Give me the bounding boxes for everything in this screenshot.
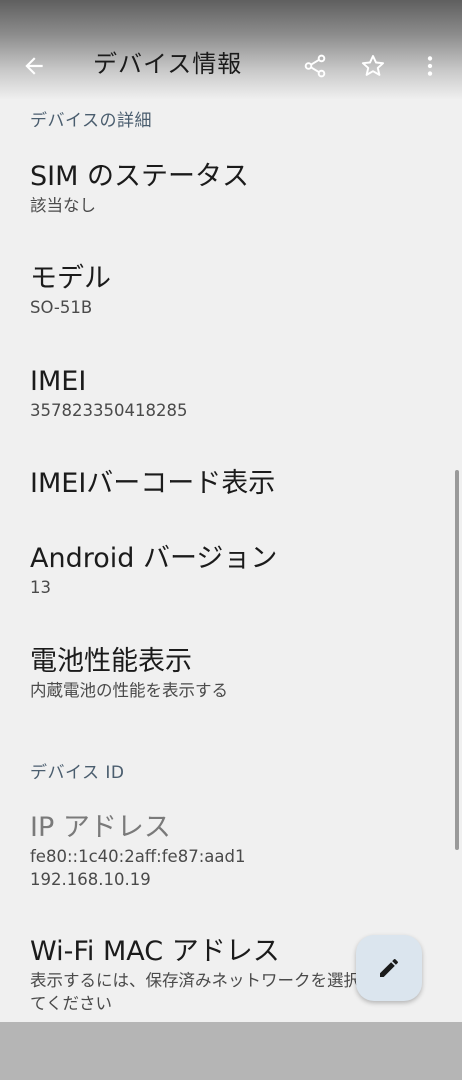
- back-button[interactable]: [14, 46, 54, 86]
- pref-title: SIM のステータス: [30, 161, 249, 192]
- navigation-bar: [0, 1022, 462, 1080]
- pref-ip-address: IP アドレス fe80::1c40:2aff:fe87:aad1 192.16…: [30, 811, 450, 891]
- pref-title: Android バージョン: [30, 543, 278, 574]
- share-icon: [304, 54, 326, 78]
- edit-fab-button[interactable]: [356, 935, 422, 1001]
- pref-battery-performance[interactable]: 電池性能表示 内蔵電池の性能を表示する: [30, 645, 450, 702]
- pref-summary-line2: 192.168.10.19: [30, 870, 151, 889]
- app-bar: デバイス情報: [0, 0, 462, 100]
- pencil-icon: [380, 959, 398, 977]
- pref-imei[interactable]: IMEI 357823350418285: [30, 365, 450, 422]
- section-header-device-id: デバイス ID: [30, 763, 125, 783]
- pref-summary: fe80::1c40:2aff:fe87:aad1: [30, 847, 246, 866]
- pref-model[interactable]: モデル SO-51B: [30, 262, 450, 319]
- pref-summary: 内蔵電池の性能を表示する: [30, 681, 228, 700]
- pref-sim-status[interactable]: SIM のステータス 該当なし: [30, 160, 450, 217]
- more-options-button[interactable]: [410, 46, 450, 86]
- favorite-button[interactable]: [353, 46, 393, 86]
- share-button[interactable]: [295, 46, 335, 86]
- scrollbar[interactable]: [455, 470, 459, 850]
- section-header-device-details: デバイスの詳細: [30, 111, 152, 131]
- pref-summary: SO-51B: [30, 298, 93, 317]
- page-title: デバイス情報: [93, 50, 243, 78]
- star-outline-icon: [361, 55, 385, 76]
- pref-title: IP アドレス: [30, 812, 171, 843]
- pref-summary: 該当なし: [30, 196, 96, 215]
- arrow-left-icon: [25, 57, 43, 75]
- pref-summary: 357823350418285: [30, 401, 188, 420]
- pref-summary: 13: [30, 578, 51, 597]
- pref-title: モデル: [30, 263, 111, 294]
- pref-title: IMEI: [30, 366, 87, 397]
- pref-title: IMEIバーコード表示: [30, 468, 276, 499]
- pref-title: 電池性能表示: [30, 646, 192, 677]
- more-vert-icon: [427, 56, 433, 76]
- pref-imei-barcode[interactable]: IMEIバーコード表示: [30, 467, 450, 501]
- pref-android-version[interactable]: Android バージョン 13: [30, 542, 450, 599]
